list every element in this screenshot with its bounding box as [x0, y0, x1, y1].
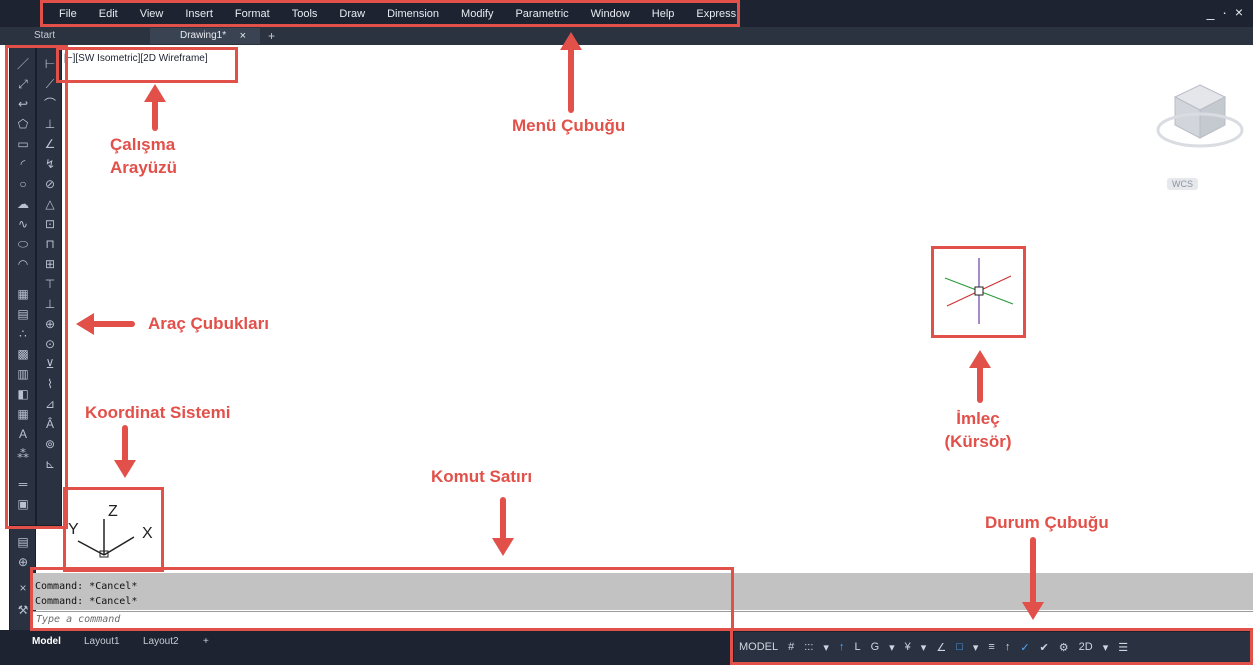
annotation-imlec: İmleç (Kürsör) [928, 408, 1028, 454]
autocad-window: File Edit View Insert Format Tools Draw … [0, 0, 1253, 665]
viewcube-icon[interactable] [1150, 70, 1250, 190]
close-tab-icon[interactable]: × [240, 28, 246, 44]
tab-layout1[interactable]: Layout1 [84, 636, 120, 647]
annotation-koordinat: Koordinat Sistemi [85, 403, 231, 422]
toolbar-highlight [5, 45, 68, 529]
file-tab-bar: Start Drawing1* × + [0, 27, 1253, 45]
annotation-calisma-line2: Arayüzü [110, 157, 178, 177]
cursor-highlight [931, 246, 1026, 338]
tab-model[interactable]: Model [32, 636, 61, 647]
status-bar-highlight [730, 628, 1253, 665]
add-layout-button[interactable]: + [203, 636, 209, 647]
wcs-menu[interactable]: WCS [1167, 178, 1198, 190]
annotation-arac: Araç Çubukları [148, 314, 269, 333]
annotation-komut: Komut Satırı [431, 467, 533, 486]
properties-icon[interactable]: ▤ [14, 533, 32, 551]
new-tab-button[interactable]: + [268, 28, 275, 44]
tab-layout2[interactable]: Layout2 [143, 636, 179, 647]
annotation-durum: Durum Çubuğu [985, 513, 1109, 532]
viewport-label-highlight [56, 47, 238, 83]
tab-drawing1[interactable]: Drawing1* × [150, 28, 260, 44]
command-line-highlight [30, 567, 734, 631]
annotation-calisma-line1: Çalışma [110, 135, 176, 154]
annotation-menu: Menü Çubuğu [512, 116, 626, 135]
annotation-calisma: Çalışma Arayüzü [110, 134, 177, 180]
tab-start[interactable]: Start [34, 28, 55, 44]
menu-bar-highlight [40, 0, 740, 27]
window-controls[interactable]: _ · × [1207, 4, 1245, 20]
ucs-highlight [63, 487, 164, 572]
annotation-imlec-line2: (Kürsör) [944, 431, 1012, 451]
annotation-imlec-line1: İmleç [956, 409, 1000, 428]
tab-drawing1-label: Drawing1* [180, 30, 227, 41]
drawing-canvas[interactable] [62, 45, 1253, 572]
